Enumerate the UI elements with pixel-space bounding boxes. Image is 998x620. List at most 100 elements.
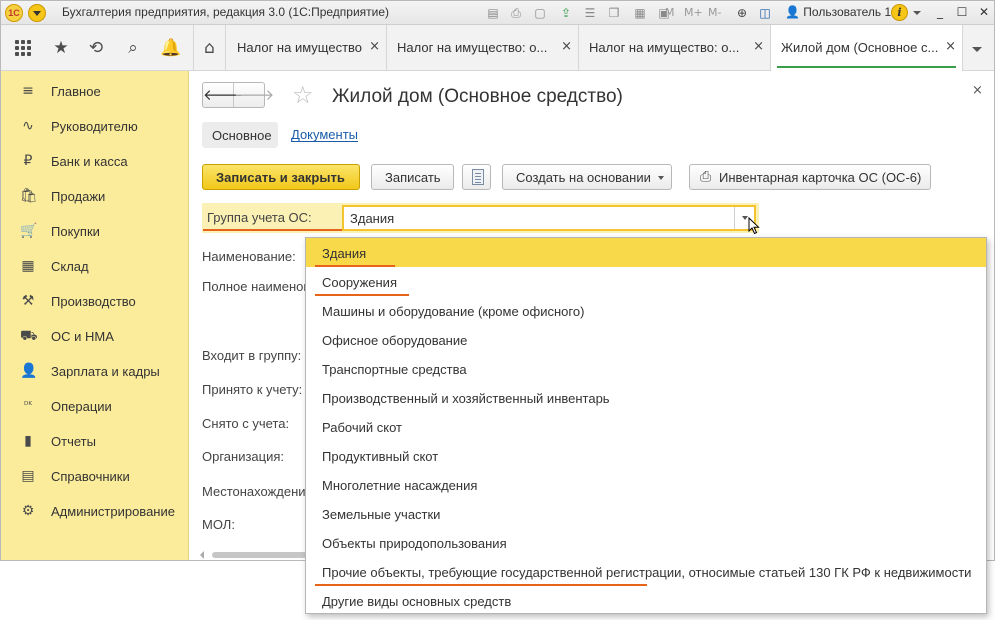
forward-arrow-icon[interactable]: 🡒 <box>234 83 274 107</box>
dropdown-option[interactable]: Продуктивный скот <box>306 441 986 470</box>
tab-close-icon[interactable]: × <box>945 39 956 54</box>
tab-close-icon[interactable]: × <box>369 39 380 54</box>
tab-property-tax-1[interactable]: Налог на имущество × <box>227 25 387 71</box>
tab-residential-house[interactable]: Жилой дом (Основное с... × <box>771 25 963 71</box>
dropdown-option[interactable]: Многолетние насаждения <box>306 470 986 499</box>
sidebar-item-reports[interactable]: ▮ Отчеты <box>1 423 189 458</box>
button-label: Записать <box>385 170 441 185</box>
favorites-list-icon[interactable]: ☰ <box>582 5 598 21</box>
dropdown-option[interactable]: Здания <box>306 238 986 267</box>
tab-main[interactable]: Основное <box>202 122 278 148</box>
preview-icon[interactable]: ▢ <box>532 5 548 21</box>
search-icon[interactable]: ⌕ <box>115 25 151 71</box>
info-icon[interactable]: i <box>891 4 908 21</box>
tab-main-label: Основное <box>212 128 272 143</box>
horizontal-scrollbar[interactable] <box>212 552 307 558</box>
tab-property-tax-3[interactable]: Налог на имущество: о... × <box>579 25 771 71</box>
print-icon[interactable]: ⎙ <box>508 5 524 21</box>
option-underline <box>315 265 395 267</box>
sidebar-item-label: Справочники <box>51 469 130 484</box>
group-combobox[interactable]: Здания <box>342 205 756 231</box>
cart-out-icon: 🛍 <box>20 188 38 204</box>
sidebar-item-salary[interactable]: 👤 Зарплата и кадры <box>1 353 189 388</box>
dropdown-option[interactable]: Земельные участки <box>306 499 986 528</box>
scroll-left-arrow-icon[interactable] <box>200 551 204 559</box>
organization-label: Организация: <box>202 449 285 464</box>
save-and-close-button[interactable]: Записать и закрыть <box>202 164 360 190</box>
panels-icon[interactable]: ◫ <box>757 5 773 21</box>
accepted-label: Принято к учету: <box>202 382 303 397</box>
close-form-icon[interactable]: × <box>972 83 983 98</box>
minimize-button[interactable]: _ <box>932 4 948 20</box>
apps-grid-icon[interactable] <box>5 25 41 71</box>
sidebar-item-fixed-assets[interactable]: ⛟ ОС и НМА <box>1 318 189 353</box>
dropdown-option[interactable]: Офисное оборудование <box>306 325 986 354</box>
dropdown-option[interactable]: Сооружения <box>306 267 986 296</box>
sidebar-item-label: Зарплата и кадры <box>51 364 160 379</box>
dropdown-option[interactable]: Объекты природопользования <box>306 528 986 557</box>
memory-plus-button[interactable]: M+ <box>684 6 703 19</box>
printer-icon: ⎙ <box>700 169 712 185</box>
calendar-icon[interactable]: ▦ <box>632 5 648 21</box>
removed-label: Снято с учета: <box>202 416 290 431</box>
bar-chart-icon: ▮ <box>24 433 32 449</box>
group-value: Здания <box>350 211 395 226</box>
current-user[interactable]: 👤 Пользователь 1 <box>785 5 891 19</box>
home-icon[interactable]: ⌂ <box>193 25 226 71</box>
bell-icon[interactable]: 🔔 <box>153 25 189 71</box>
info-menu-arrow-icon[interactable] <box>913 11 921 15</box>
cart-icon: 🛒 <box>20 223 38 239</box>
option-label: Продуктивный скот <box>322 449 439 464</box>
sidebar-item-sales[interactable]: 🛍 Продажи <box>1 178 189 213</box>
document-structure-icon <box>472 169 484 185</box>
option-label: Сооружения <box>322 275 397 290</box>
dropdown-option[interactable]: Транспортные средства <box>306 354 986 383</box>
dropdown-option[interactable]: Другие виды основных средств <box>306 586 986 615</box>
tab-documents[interactable]: Документы <box>291 128 359 142</box>
sidebar-item-administration[interactable]: ⚙ Администрирование <box>1 493 189 528</box>
save-icon[interactable]: ▤ <box>485 5 501 21</box>
tab-close-icon[interactable]: × <box>753 39 764 54</box>
sidebar-item-production[interactable]: ⚒ Производство <box>1 283 189 318</box>
sidebar-item-bank[interactable]: ₽ Банк и касса <box>1 143 189 178</box>
structure-button[interactable] <box>462 164 491 190</box>
dropdown-option[interactable]: Производственный и хозяйственный инвента… <box>306 383 986 412</box>
sidebar-item-label: Руководителю <box>51 119 138 134</box>
window-title: Бухгалтерия предприятия, редакция 3.0 (1… <box>62 5 390 19</box>
close-window-button[interactable]: ✕ <box>976 4 992 20</box>
inventory-card-button[interactable]: ⎙ Инвентарная карточка ОС (ОС-6) <box>689 164 931 190</box>
history-icon[interactable]: ⟲ <box>78 25 114 71</box>
create-based-on-button[interactable]: Создать на основании <box>502 164 672 190</box>
sidebar-item-purchases[interactable]: 🛒 Покупки <box>1 213 189 248</box>
favorite-star-icon[interactable]: ☆ <box>292 82 314 108</box>
link-icon[interactable]: ⇪ <box>558 5 574 21</box>
memory-minus-button[interactable]: M- <box>708 6 721 19</box>
memory-m-button[interactable]: M <box>665 6 675 19</box>
maximize-button[interactable]: ☐ <box>954 4 970 20</box>
sidebar-item-operations[interactable]: ᴰᴷ Операции <box>1 388 189 423</box>
sidebar-item-warehouse[interactable]: ▦ Склад <box>1 248 189 283</box>
copy-icon[interactable]: ❐ <box>606 5 622 21</box>
dropdown-option[interactable]: Прочие объекты, требующие государственно… <box>306 557 986 586</box>
save-button[interactable]: Записать <box>371 164 454 190</box>
tab-close-icon[interactable]: × <box>561 39 572 54</box>
sidebar-item-main[interactable]: ≡ Главное <box>1 73 189 108</box>
sidebar-item-management[interactable]: ∿ Руководителю <box>1 108 189 143</box>
tab-property-tax-2[interactable]: Налог на имущество: о... × <box>387 25 579 71</box>
zoom-icon[interactable]: ⊕ <box>734 5 750 21</box>
main-menu-button[interactable] <box>28 4 46 22</box>
favorites-star-icon[interactable]: ★ <box>43 25 79 71</box>
gear-icon: ⚙ <box>21 503 35 519</box>
option-label: Объекты природопользования <box>322 536 507 551</box>
dropdown-option[interactable]: Рабочий скот <box>306 412 986 441</box>
option-underline <box>315 294 409 296</box>
sidebar-item-label: Банк и касса <box>51 154 128 169</box>
tabs-list-arrow-icon[interactable] <box>972 47 982 52</box>
sidebar-item-label: Склад <box>51 259 89 274</box>
mouse-cursor-icon <box>748 217 760 235</box>
group-label: Группа учета ОС: <box>207 210 312 225</box>
user-icon: 👤 <box>785 5 800 19</box>
dropdown-option[interactable]: Машины и оборудование (кроме офисного) <box>306 296 986 325</box>
back-arrow-icon[interactable]: 🡐 <box>203 83 243 107</box>
sidebar-item-directories[interactable]: ▤ Справочники <box>1 458 189 493</box>
